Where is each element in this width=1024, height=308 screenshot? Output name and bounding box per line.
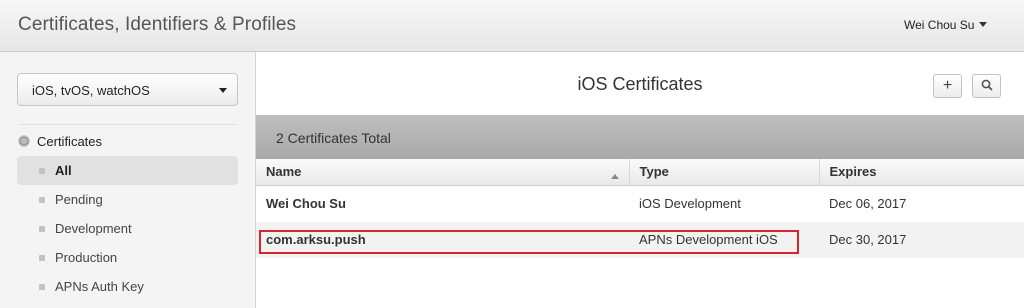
chevron-down-icon [219, 88, 227, 93]
bullet-icon [39, 197, 45, 203]
table-row[interactable]: com.arksu.push APNs Development iOS Dec … [256, 221, 1024, 258]
sidebar-item-apns-auth-key[interactable]: APNs Auth Key [17, 272, 238, 301]
page-title: iOS Certificates [577, 74, 703, 94]
sidebar-item-production[interactable]: Production [17, 243, 238, 272]
cell-type: iOS Development [639, 196, 741, 211]
certificates-count: 2 Certificates Total [276, 130, 391, 146]
sidebar-item-label: All [55, 163, 72, 178]
certificates-table: Name Type Expires Wei Chou Su iOS Develo… [256, 159, 1024, 258]
sidebar-section-certificates[interactable]: Certificates [18, 134, 102, 149]
section-title: Certificates [37, 134, 103, 149]
top-bar: Certificates, Identifiers & Profiles Wei… [0, 0, 1024, 52]
bullet-icon [39, 168, 45, 174]
cell-name: Wei Chou Su [266, 196, 346, 211]
cell-expires: Dec 06, 2017 [829, 196, 907, 211]
chevron-down-icon [979, 22, 988, 27]
column-header-type[interactable]: Type [629, 159, 820, 186]
sidebar: iOS, tvOS, watchOS Certificates All Pend… [0, 52, 256, 308]
main-panel: iOS Certificates + 2 Certificates Total … [256, 52, 1024, 308]
cell-name: com.arksu.push [256, 221, 629, 258]
sidebar-item-label: Pending [55, 192, 103, 207]
sidebar-item-all[interactable]: All [17, 156, 238, 185]
bullet-icon [39, 284, 45, 290]
search-button[interactable] [972, 74, 1001, 98]
user-name: Wei Chou Su [904, 18, 975, 32]
platform-select-value: iOS, tvOS, watchOS [32, 83, 150, 98]
user-menu[interactable]: Wei Chou Su [904, 18, 988, 32]
column-header-expires[interactable]: Expires [819, 159, 1024, 186]
bullet-icon [39, 255, 45, 261]
plus-icon: + [942, 77, 953, 94]
column-header-name[interactable]: Name [256, 159, 630, 186]
cell-expires: Dec 30, 2017 [819, 221, 1024, 258]
app-title: Certificates, Identifiers & Profiles [18, 14, 297, 35]
search-icon [981, 79, 993, 91]
sidebar-divider [20, 124, 236, 125]
sort-ascending-icon [610, 174, 619, 180]
bullet-icon [39, 226, 45, 232]
cell-type: APNs Development iOS [629, 221, 819, 258]
sidebar-item-pending[interactable]: Pending [17, 185, 238, 214]
sidebar-item-development[interactable]: Development [17, 214, 238, 243]
summary-bar: 2 Certificates Total [256, 115, 1024, 159]
sidebar-item-label: Development [55, 221, 132, 236]
sidebar-item-label: Production [55, 250, 118, 265]
add-button[interactable]: + [933, 74, 962, 98]
certificate-icon [18, 135, 30, 147]
sidebar-item-label: APNs Auth Key [55, 279, 144, 294]
platform-select[interactable]: iOS, tvOS, watchOS [17, 73, 238, 106]
table-row[interactable]: Wei Chou Su iOS Development Dec 06, 2017 [256, 185, 1024, 222]
table-header-row: Name Type Expires [256, 159, 1024, 186]
